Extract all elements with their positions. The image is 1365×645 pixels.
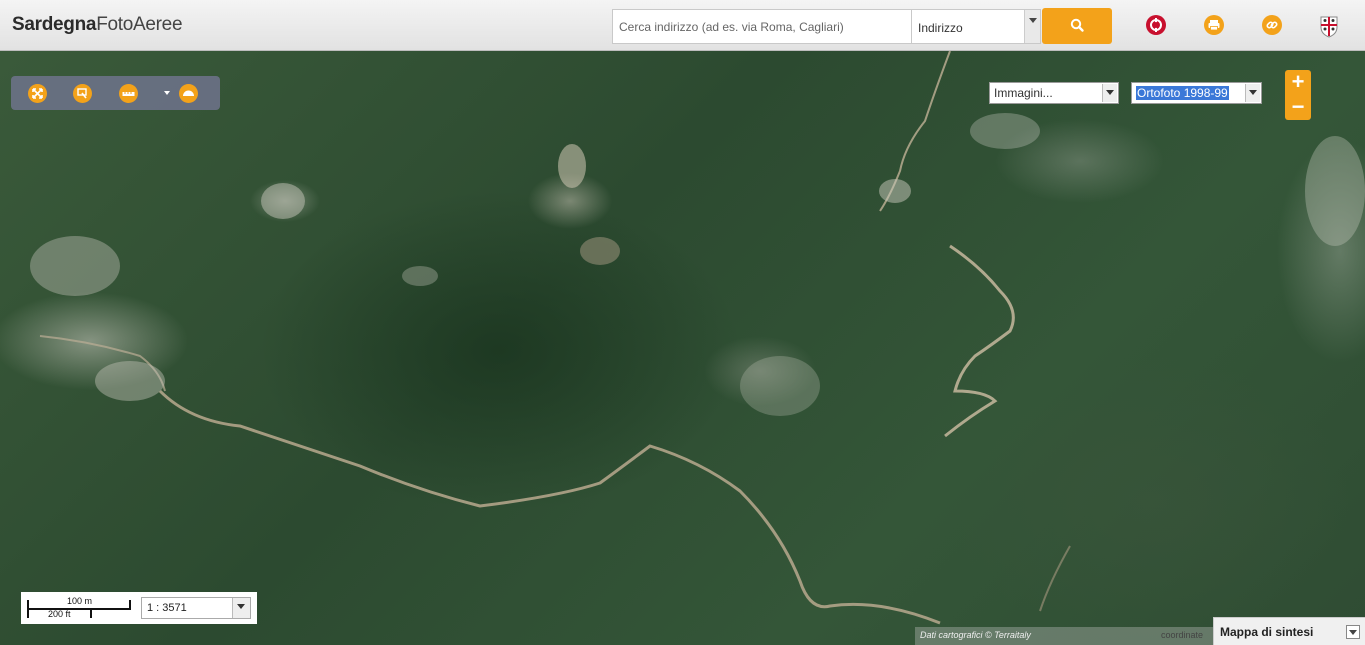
link-button[interactable] — [1262, 15, 1282, 35]
app-logo[interactable]: SardegnaFotoAeree — [12, 14, 183, 36]
map-features — [30, 51, 1365, 625]
scale-ratio-value: 1 : 3571 — [147, 602, 187, 614]
scale-meters-label: 100 m — [67, 596, 93, 606]
scale-bar: 100 m 200 ft — [27, 596, 131, 620]
zoom-out-button[interactable]: − — [1285, 95, 1311, 120]
map-toolbar — [11, 76, 220, 110]
measure-dropdown-caret[interactable] — [164, 91, 170, 98]
chevron-down-icon — [1245, 84, 1260, 102]
coordinates-label: coordinate — [1161, 630, 1204, 640]
search-type-value: Indirizzo — [918, 21, 963, 35]
scale-ratio-select[interactable]: 1 : 3571 — [141, 597, 251, 619]
region-logo[interactable] — [1318, 14, 1340, 38]
layer-category-value: Immagini... — [994, 86, 1053, 100]
scale-feet-label: 200 ft — [48, 609, 71, 619]
link-icon — [1266, 21, 1278, 29]
search-type-select[interactable]: Indirizzo — [911, 9, 1041, 44]
measure-angle-button[interactable] — [179, 84, 198, 103]
logo-bold: Sardegna — [12, 14, 97, 35]
overview-map-label: Mappa di sintesi — [1220, 625, 1314, 639]
full-extent-button[interactable] — [28, 84, 47, 103]
protractor-icon — [183, 90, 194, 96]
logo-light: FotoAeree — [96, 14, 183, 35]
identify-button[interactable] — [73, 84, 92, 103]
aerial-map[interactable]: Immagini... Ortofoto 1998-99 — [0, 51, 1365, 645]
overview-map-panel[interactable]: Mappa di sintesi — [1213, 617, 1365, 645]
chevron-down-icon[interactable] — [1346, 625, 1360, 639]
zoom-in-button[interactable]: + — [1285, 70, 1311, 95]
address-search-input[interactable] — [612, 9, 912, 44]
search-button[interactable] — [1042, 8, 1112, 44]
info-window-icon — [77, 88, 87, 99]
help-button[interactable] — [1146, 15, 1166, 35]
attribution-text: Dati cartografici © Terraitaly — [920, 630, 1031, 640]
expand-icon — [32, 88, 43, 99]
lifebuoy-icon — [1150, 18, 1162, 32]
chevron-down-icon — [232, 598, 250, 618]
print-icon — [1208, 20, 1220, 31]
header-bar: SardegnaFotoAeree Indirizzo — [0, 0, 1365, 51]
ortho-layer-value: Ortofoto 1998-99 — [1136, 86, 1229, 100]
map-attribution-bar: Dati cartografici © Terraitaly coordinat… — [915, 627, 1215, 645]
sardinia-crest-icon — [1320, 16, 1338, 38]
search-icon — [1070, 18, 1084, 32]
ruler-icon — [122, 92, 135, 96]
zoom-control: + − — [1285, 70, 1311, 120]
print-button[interactable] — [1204, 15, 1224, 35]
chevron-down-icon — [1024, 10, 1040, 43]
chevron-down-icon — [1102, 84, 1117, 102]
ortho-layer-select[interactable]: Ortofoto 1998-99 — [1131, 82, 1262, 104]
layer-category-select[interactable]: Immagini... — [989, 82, 1119, 104]
measure-distance-button[interactable] — [119, 84, 138, 103]
